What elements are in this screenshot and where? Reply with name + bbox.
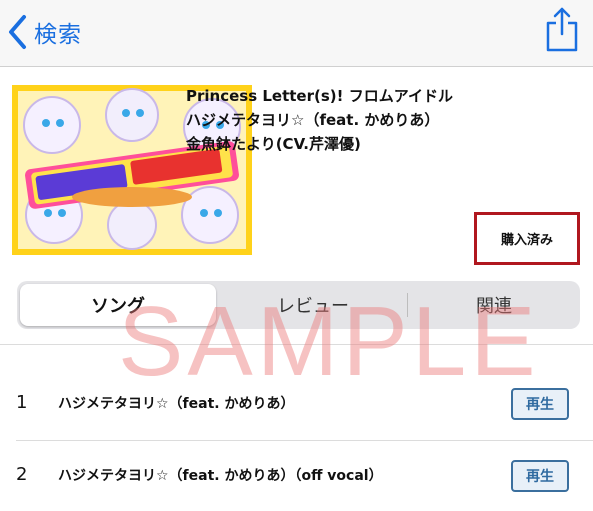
back-label: 検索 xyxy=(34,22,82,48)
album-title: Princess Letter(s)! フロムアイドル xyxy=(186,87,453,105)
song-name: ハジメテタヨリ☆（feat. かめりあ） xyxy=(58,396,295,412)
section-divider xyxy=(0,344,593,345)
back-button[interactable]: 検索 xyxy=(6,14,82,50)
track-number: 1 xyxy=(16,392,28,413)
play-button[interactable]: 再生 xyxy=(511,460,569,492)
track-number: 2 xyxy=(16,464,28,485)
row-divider xyxy=(16,440,593,441)
chevron-left-icon xyxy=(9,15,26,49)
purchased-button[interactable]: 購入済み xyxy=(474,212,580,265)
song-name: ハジメテタヨリ☆（feat. かめりあ）（off vocal） xyxy=(58,468,383,484)
song-row[interactable]: 2 ハジメテタヨリ☆（feat. かめりあ）（off vocal） 再生 xyxy=(0,444,593,508)
song-row[interactable]: 1 ハジメテタヨリ☆（feat. かめりあ） 再生 xyxy=(0,372,593,436)
segmented-control: ソング レビュー 関連 xyxy=(17,281,580,329)
track-info: Princess Letter(s)! フロムアイドル ハジメテタヨリ☆（fea… xyxy=(186,84,453,156)
segment-divider xyxy=(407,293,408,317)
navigation-bar: 検索 xyxy=(0,0,593,67)
tab-songs[interactable]: ソング xyxy=(20,284,216,326)
artist-name: 金魚鉢たより(CV.芹澤優) xyxy=(186,135,361,153)
play-button[interactable]: 再生 xyxy=(511,388,569,420)
song-title: ハジメテタヨリ☆（feat. かめりあ） xyxy=(186,111,440,129)
tab-reviews[interactable]: レビュー xyxy=(222,284,404,326)
share-icon[interactable] xyxy=(544,6,580,52)
tab-related[interactable]: 関連 xyxy=(411,284,577,326)
